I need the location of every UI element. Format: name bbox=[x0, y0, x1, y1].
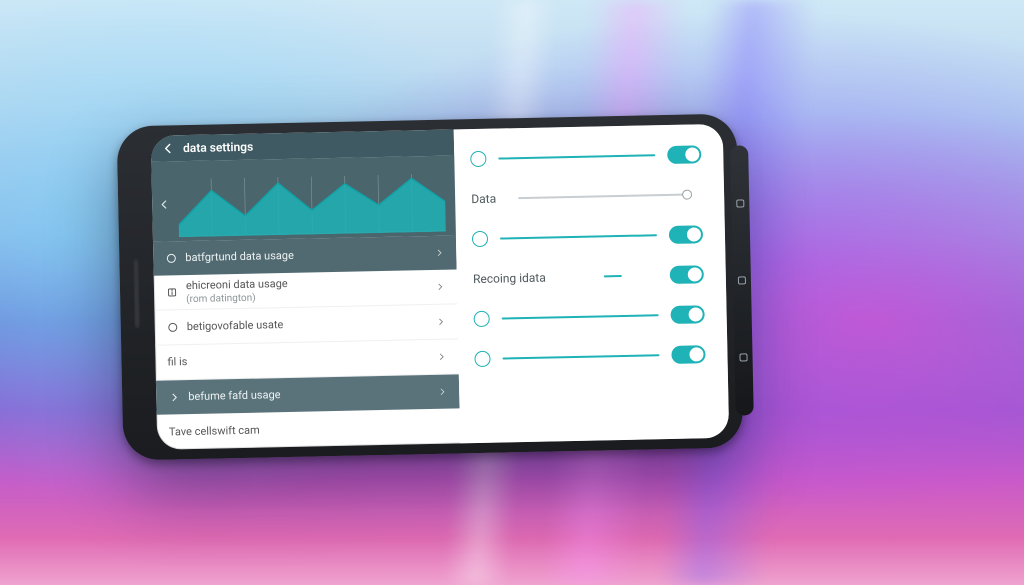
back-icon[interactable] bbox=[161, 141, 175, 155]
screen: data settings bbox=[151, 124, 729, 450]
row-label: betigovofable usate bbox=[187, 319, 284, 334]
toggle-switch[interactable] bbox=[671, 345, 705, 364]
toggle-row-1 bbox=[470, 134, 702, 179]
radio-icon[interactable] bbox=[474, 311, 490, 327]
chevron-right-icon bbox=[435, 282, 445, 292]
info-icon bbox=[166, 286, 178, 298]
circle-icon bbox=[167, 321, 179, 333]
background-art: data settings bbox=[0, 0, 1024, 585]
row-label: fil is bbox=[167, 355, 187, 368]
chevron-right-icon bbox=[436, 317, 446, 327]
row-label: Data bbox=[471, 192, 496, 207]
toggles-pane: Data Recoing idata bbox=[454, 124, 729, 444]
phone-frame: data settings bbox=[117, 114, 744, 461]
slider-track[interactable] bbox=[518, 194, 690, 200]
toggle-switch[interactable] bbox=[670, 265, 704, 284]
chart-prev-icon[interactable] bbox=[158, 195, 170, 207]
row-label: Tave cellswift cam bbox=[169, 424, 260, 439]
chevron-right-icon bbox=[437, 387, 447, 397]
toggle-row-recoing-idata: Recoing idata bbox=[473, 254, 705, 299]
radio-icon[interactable] bbox=[475, 351, 491, 367]
phone-side-buttons bbox=[730, 145, 754, 415]
toggle-switch[interactable] bbox=[669, 225, 703, 244]
row-tave-cellswift-cam[interactable]: Tave cellswift cam bbox=[157, 409, 461, 450]
slider-track[interactable] bbox=[503, 354, 660, 359]
toggle-switch[interactable] bbox=[667, 145, 701, 164]
row-label: batfgrtund data usage bbox=[185, 249, 294, 264]
phone-speaker bbox=[133, 258, 139, 328]
toggle-switch[interactable] bbox=[670, 305, 704, 324]
chevron-right-icon bbox=[437, 351, 447, 361]
circle-icon bbox=[165, 252, 177, 264]
toggle-row-data: Data bbox=[471, 174, 703, 219]
usage-sparkline bbox=[177, 161, 446, 237]
chevron-right-icon bbox=[434, 248, 444, 258]
page-title: data settings bbox=[183, 139, 253, 154]
slider-track[interactable] bbox=[604, 275, 622, 277]
row-sublabel: (rom datington) bbox=[186, 293, 256, 305]
row-label: ehicreoni data usage bbox=[186, 277, 288, 292]
radio-icon[interactable] bbox=[472, 231, 488, 247]
toggle-row-3 bbox=[472, 214, 704, 259]
chevron-right-icon bbox=[168, 391, 180, 403]
usage-chart[interactable] bbox=[151, 155, 456, 241]
slider-track[interactable] bbox=[502, 314, 659, 319]
settings-pane: data settings bbox=[151, 129, 461, 449]
slider-track[interactable] bbox=[498, 154, 655, 159]
toggle-row-5 bbox=[473, 294, 705, 339]
slider-track[interactable] bbox=[500, 234, 657, 239]
row-label: Recoing idata bbox=[473, 271, 546, 287]
radio-icon[interactable] bbox=[470, 151, 486, 167]
toggle-row-6 bbox=[474, 334, 706, 379]
row-label: befume fafd usage bbox=[188, 389, 281, 404]
